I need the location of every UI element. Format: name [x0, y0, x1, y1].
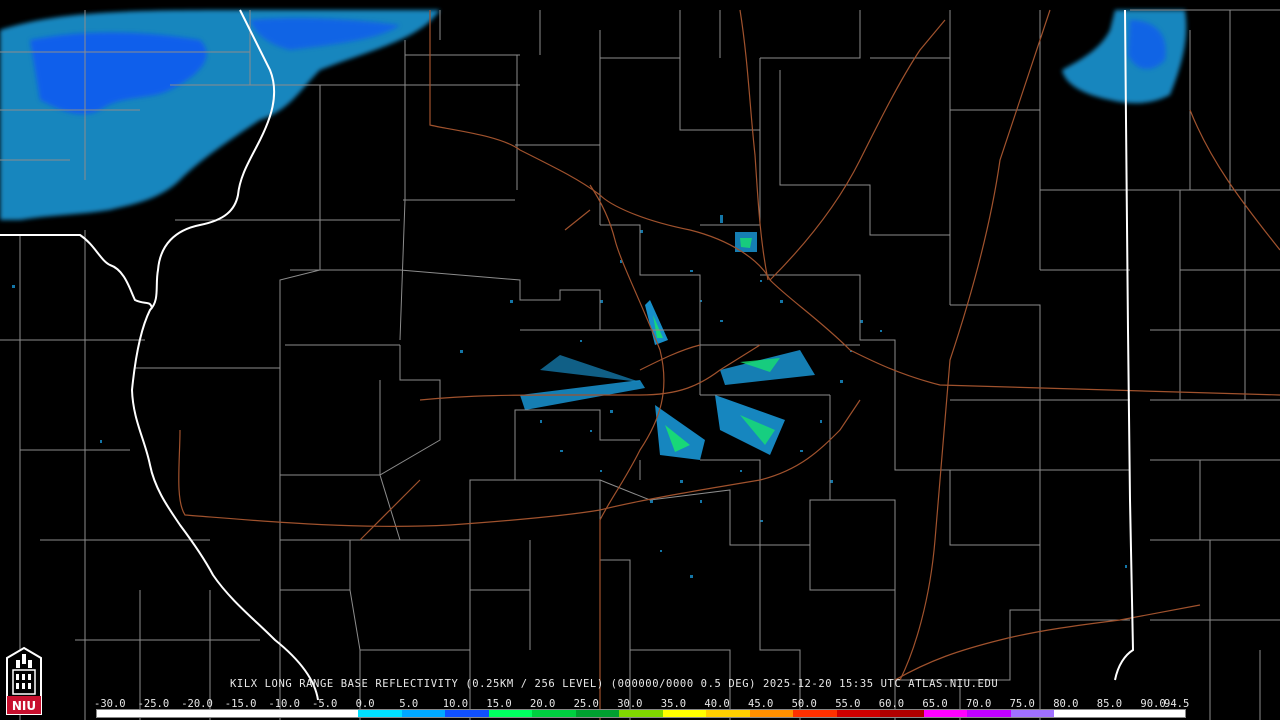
- colorbar-segment: [227, 710, 272, 717]
- colorbar-segment: [967, 710, 1011, 717]
- colorbar-segment: [445, 710, 489, 717]
- colorbar-segment: [184, 710, 228, 717]
- niu-logo-text: NIU: [12, 699, 36, 713]
- colorbar-segment: [140, 710, 185, 717]
- colorbar-segment: [97, 710, 141, 717]
- reflectivity-colorbar: [96, 709, 1186, 718]
- interstate-highways: [178, 9, 1280, 720]
- niu-logo: NIU: [6, 646, 42, 715]
- colorbar-segment: [575, 710, 620, 717]
- colorbar-segment: [1097, 710, 1142, 717]
- echo-northwest: [0, 10, 440, 220]
- radar-caption: KILX LONG RANGE BASE REFLECTIVITY (0.25K…: [230, 678, 999, 690]
- colorbar-segment: [662, 710, 707, 717]
- colorbar-segment: [749, 710, 794, 717]
- colorbar-segment: [1141, 710, 1185, 717]
- colorbar-segment: [532, 710, 576, 717]
- colorbar-segment: [619, 710, 663, 717]
- colorbar-segment: [923, 710, 968, 717]
- colorbar-segment: [836, 710, 881, 717]
- colorbar-segment: [358, 710, 402, 717]
- colorbar-segment: [1054, 710, 1098, 717]
- colorbar-segment: [793, 710, 837, 717]
- radar-map: [0, 9, 1280, 720]
- colorbar-segment: [880, 710, 924, 717]
- colorbar-segment: [314, 710, 359, 717]
- colorbar-segment: [706, 710, 750, 717]
- colorbar-segment: [401, 710, 446, 717]
- colorbar-segment: [1010, 710, 1055, 717]
- colorbar-segment: [271, 710, 315, 717]
- colorbar-segment: [488, 710, 533, 717]
